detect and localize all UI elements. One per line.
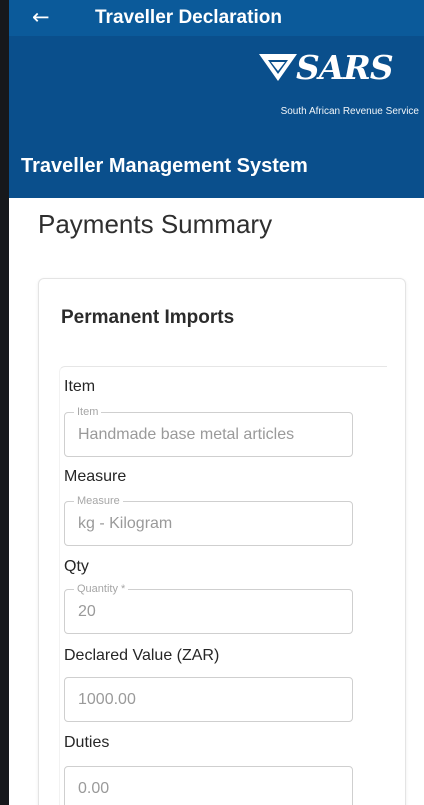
measure-label: Measure [64,468,127,485]
duties-field-value: 0.00 [78,780,110,797]
page-title: Payments Summary [38,209,273,239]
quantity-field-value: 20 [78,603,96,620]
quantity-field[interactable]: Quantity * 20 [64,582,353,634]
sars-logo-text: SARS [296,48,394,87]
item-field-legend: Item [74,405,102,419]
quantity-field-legend: Quantity * [74,582,129,596]
declared-value-field-value: 1000.00 [78,691,136,708]
device-frame-edge [0,0,9,805]
brand-header: SARS South African Revenue Service Trave… [9,36,424,198]
measure-field-legend: Measure [74,494,123,508]
duties-field[interactable]: 0.00 [64,766,353,805]
qty-label: Qty [64,558,89,575]
system-name: Traveller Management System [21,155,308,177]
sars-logo-icon [259,54,297,81]
main-content: Payments Summary Permanent Imports Item … [9,198,424,805]
item-field[interactable]: Item Handmade base metal articles [64,405,353,457]
measure-field-value: kg - Kilogram [78,515,173,532]
declared-value-label: Declared Value (ZAR) [64,647,220,664]
measure-field[interactable]: Measure kg - Kilogram [64,494,353,546]
item-field-value: Handmade base metal articles [78,426,295,443]
app-bar: ← Traveller Declaration [9,0,424,36]
duties-label: Duties [64,734,110,751]
import-item-panel: Item Item Handmade base metal articles M… [59,366,387,805]
item-label: Item [64,378,96,395]
declared-value-field[interactable]: 1000.00 [64,677,353,722]
app-bar-title: Traveller Declaration [95,7,282,28]
back-arrow-icon[interactable]: ← [32,5,50,29]
brand-subtitle: South African Revenue Service [280,106,419,117]
card-title: Permanent Imports [61,307,235,328]
permanent-imports-card: Permanent Imports Item Item Handmade bas… [38,278,406,805]
